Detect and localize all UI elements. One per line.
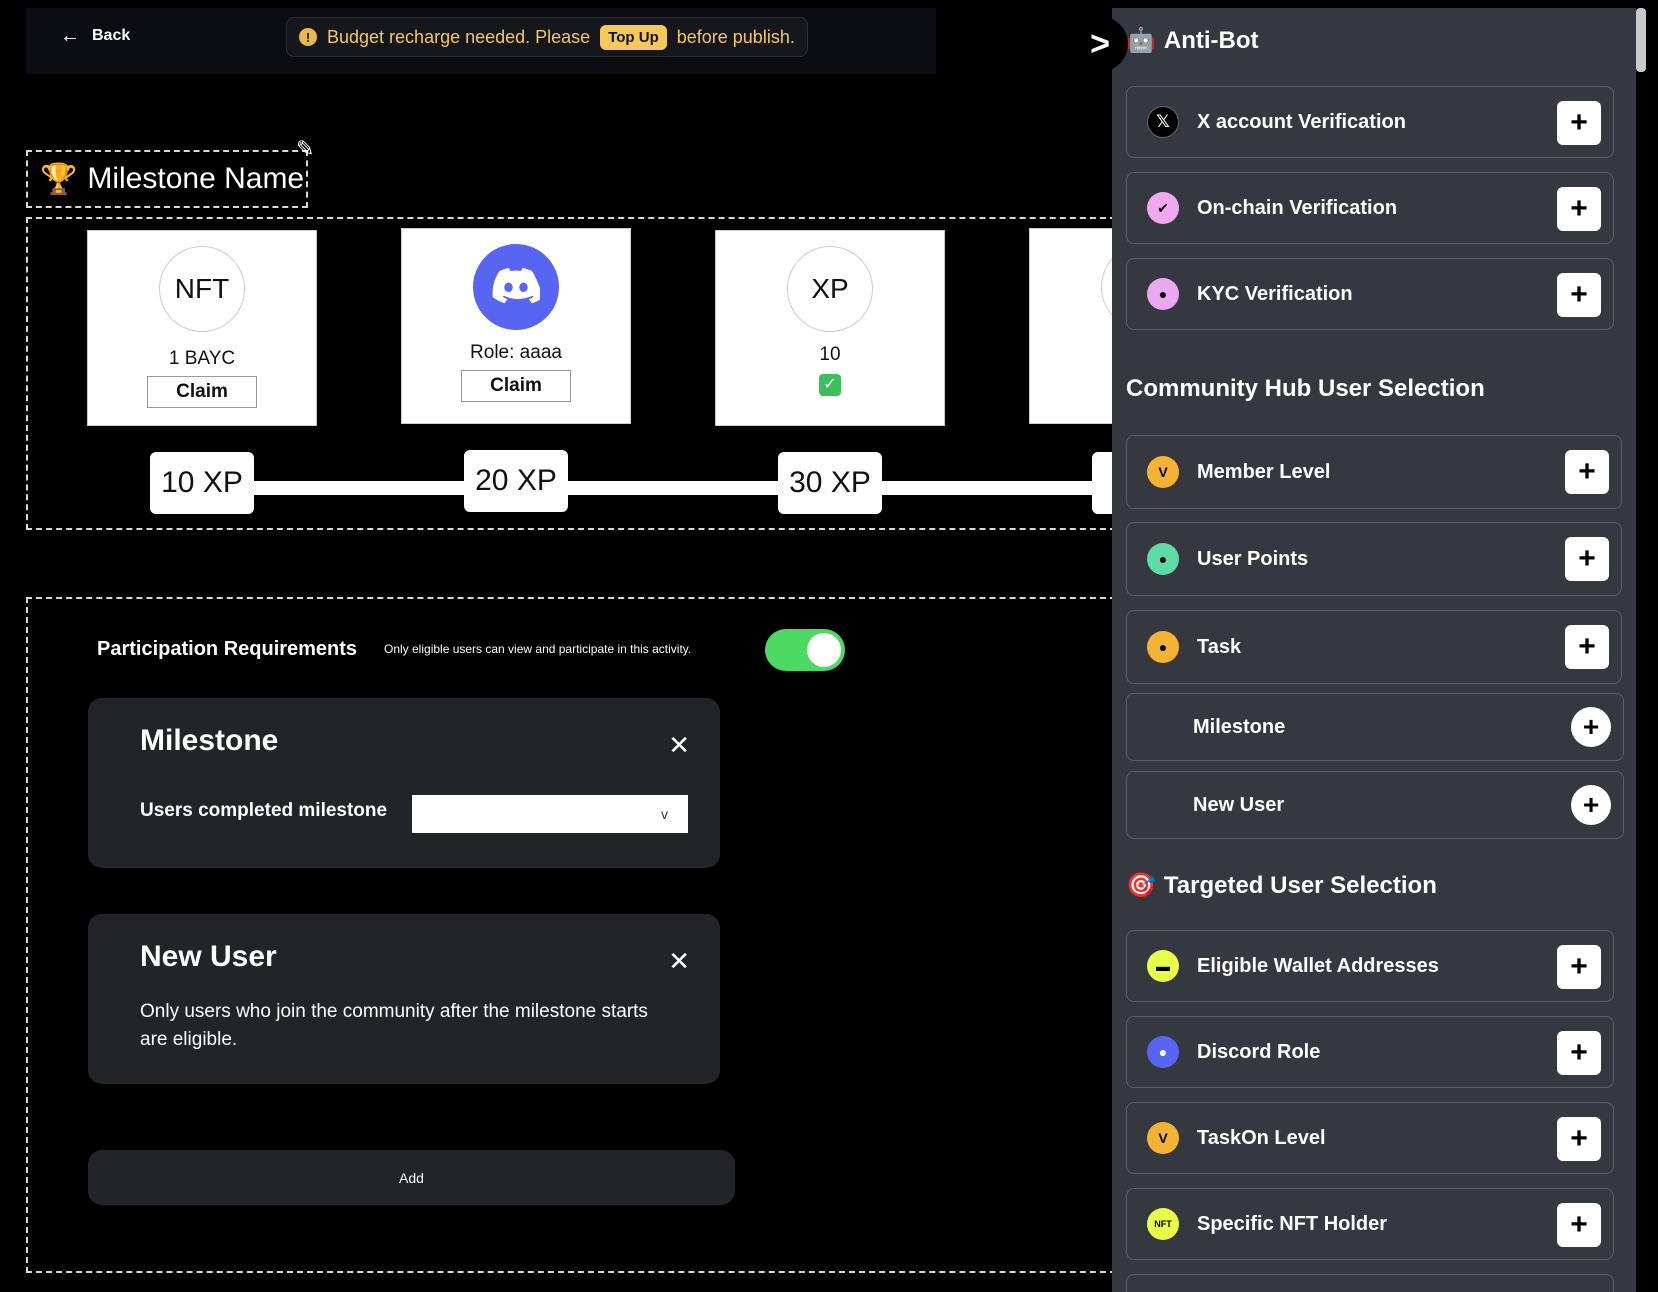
budget-notice: ! Budget recharge needed. Please Top Up … [286, 17, 808, 57]
top-up-button[interactable]: Top Up [600, 24, 667, 50]
antibot-item-onchain[interactable]: ✔ On-chain Verification + [1126, 172, 1614, 244]
reward-card-nft: NFT 1 BAYC Claim [87, 230, 317, 426]
antibot-item-kyc[interactable]: ● KYC Verification + [1126, 258, 1614, 330]
xp-step: 20 XP [464, 450, 568, 512]
warning-icon: ! [299, 28, 317, 46]
item-label: Task [1197, 635, 1242, 658]
community-item-member-level[interactable]: V Member Level + [1126, 435, 1622, 509]
user-id-icon: ● [1147, 278, 1179, 310]
item-label: Member Level [1197, 460, 1331, 483]
task-icon: ● [1147, 631, 1179, 663]
targeted-item-wallet[interactable]: ▬ Eligible Wallet Addresses + [1126, 930, 1614, 1002]
item-label: Specific NFT Holder [1197, 1212, 1388, 1235]
top-bar: ← Back ! Budget recharge needed. Please … [26, 8, 936, 74]
item-label: On-chain Verification [1197, 196, 1398, 219]
plus-icon[interactable]: + [1565, 537, 1609, 581]
reward-sub: 10 [819, 344, 841, 365]
nft-icon: NFT [1147, 1208, 1179, 1240]
nft-badge: NFT [159, 246, 245, 332]
targeted-title: 🎯 Targeted User Selection [1126, 871, 1437, 900]
user-points-icon: ● [1147, 543, 1179, 575]
targeted-item-nft-holder[interactable]: NFT Specific NFT Holder + [1126, 1188, 1614, 1260]
xp-badge: XP [787, 246, 873, 332]
targeted-title-text: Targeted User Selection [1163, 871, 1437, 899]
participation-description: Only eligible users can view and partici… [384, 642, 692, 656]
plus-icon[interactable]: + [1557, 1117, 1601, 1161]
item-label: New User [1193, 793, 1285, 816]
trophy-icon: 🏆 [40, 162, 78, 196]
milestone-name-field[interactable]: 🏆 Milestone Name [26, 150, 308, 208]
plus-icon[interactable]: + [1557, 1203, 1601, 1247]
community-item-task[interactable]: ● Task + [1126, 610, 1622, 684]
requirement-milestone: Milestone ✕ Users completed milestone v [88, 698, 720, 868]
x-logo-icon: 𝕏 [1147, 106, 1179, 138]
milestone-select[interactable]: v [412, 795, 688, 833]
milestone-name: Milestone Name [87, 162, 305, 195]
shield-check-icon: ✔ [1147, 192, 1179, 224]
claim-button[interactable]: Claim [147, 376, 257, 408]
plus-icon[interactable]: + [1557, 945, 1601, 989]
reward-sub: 1 BAYC [168, 348, 236, 369]
progress-line [200, 481, 1100, 495]
edit-pencil-icon[interactable]: ✎ [296, 136, 314, 162]
plus-circle-icon[interactable]: + [1571, 785, 1611, 825]
discord-icon: ● [1147, 1036, 1179, 1068]
close-icon[interactable]: ✕ [668, 946, 690, 977]
antibot-title: 🤖 Anti-Bot [1126, 26, 1259, 55]
item-label: X account Verification [1197, 110, 1406, 133]
target-icon: 🎯 [1126, 872, 1156, 899]
plus-icon[interactable]: + [1565, 625, 1609, 669]
community-item-user-points[interactable]: ● User Points + [1126, 522, 1622, 596]
item-label: Eligible Wallet Addresses [1197, 954, 1439, 977]
targeted-item-discord-role[interactable]: ● Discord Role + [1126, 1016, 1614, 1088]
scrollbar[interactable] [1636, 8, 1646, 72]
requirement-new-user: New User ✕ Only users who join the commu… [88, 914, 720, 1084]
reward-card-xp: XP 10 ✓ [715, 230, 945, 426]
requirement-title: Milestone [140, 724, 279, 757]
xp-step: 10 XP [150, 452, 254, 514]
wallet-icon: ▬ [1147, 950, 1179, 982]
back-arrow-icon: ← [60, 25, 80, 47]
back-button[interactable]: ← Back [60, 25, 131, 47]
toggle-knob [807, 633, 841, 667]
item-label: KYC Verification [1197, 282, 1353, 305]
xp-step: 30 XP [778, 452, 882, 514]
claim-button[interactable]: Claim [461, 370, 571, 402]
targeted-item-taskon-level[interactable]: V TaskOn Level + [1126, 1102, 1614, 1174]
community-item-milestone[interactable]: Milestone + [1126, 693, 1624, 761]
item-label: TaskOn Level [1197, 1126, 1326, 1149]
requirement-text: Only users who join the community after … [140, 1001, 648, 1050]
community-title: Community Hub User Selection [1126, 375, 1485, 402]
collapse-panel-button[interactable]: > [1072, 16, 1128, 72]
plus-icon[interactable]: + [1557, 101, 1601, 145]
item-label: Milestone [1193, 715, 1286, 738]
close-icon[interactable]: ✕ [668, 730, 690, 761]
participation-toggle[interactable] [765, 629, 845, 671]
add-requirement-button[interactable]: Add [88, 1150, 735, 1205]
item-label: User Points [1197, 547, 1309, 570]
antibot-item-x[interactable]: 𝕏 X account Verification + [1126, 86, 1614, 158]
back-label: Back [92, 27, 131, 44]
participation-title: Participation Requirements [97, 638, 358, 660]
targeted-item-partial[interactable] [1126, 1274, 1614, 1292]
plus-icon[interactable]: + [1557, 187, 1601, 231]
robot-icon: 🤖 [1126, 27, 1156, 54]
discord-icon [473, 244, 559, 330]
notice-text: Budget recharge needed. Please [327, 26, 591, 47]
check-icon: ✓ [819, 374, 841, 396]
reward-card-discord: Role: aaaa Claim [401, 228, 631, 424]
requirement-label: Users completed milestone [140, 800, 388, 821]
reward-sub: Role: aaaa [470, 342, 562, 363]
plus-icon[interactable]: + [1565, 450, 1609, 494]
notice-suffix: before publish. [676, 26, 795, 47]
plus-circle-icon[interactable]: + [1571, 707, 1611, 747]
v-level-icon: V [1147, 1122, 1179, 1154]
antibot-title-text: Anti-Bot [1163, 26, 1259, 54]
v-level-icon: V [1147, 456, 1179, 488]
requirement-title: New User [140, 940, 277, 973]
plus-icon[interactable]: + [1557, 1031, 1601, 1075]
plus-icon[interactable]: + [1557, 273, 1601, 317]
community-item-new-user[interactable]: New User + [1126, 771, 1624, 839]
item-label: Discord Role [1197, 1040, 1321, 1063]
